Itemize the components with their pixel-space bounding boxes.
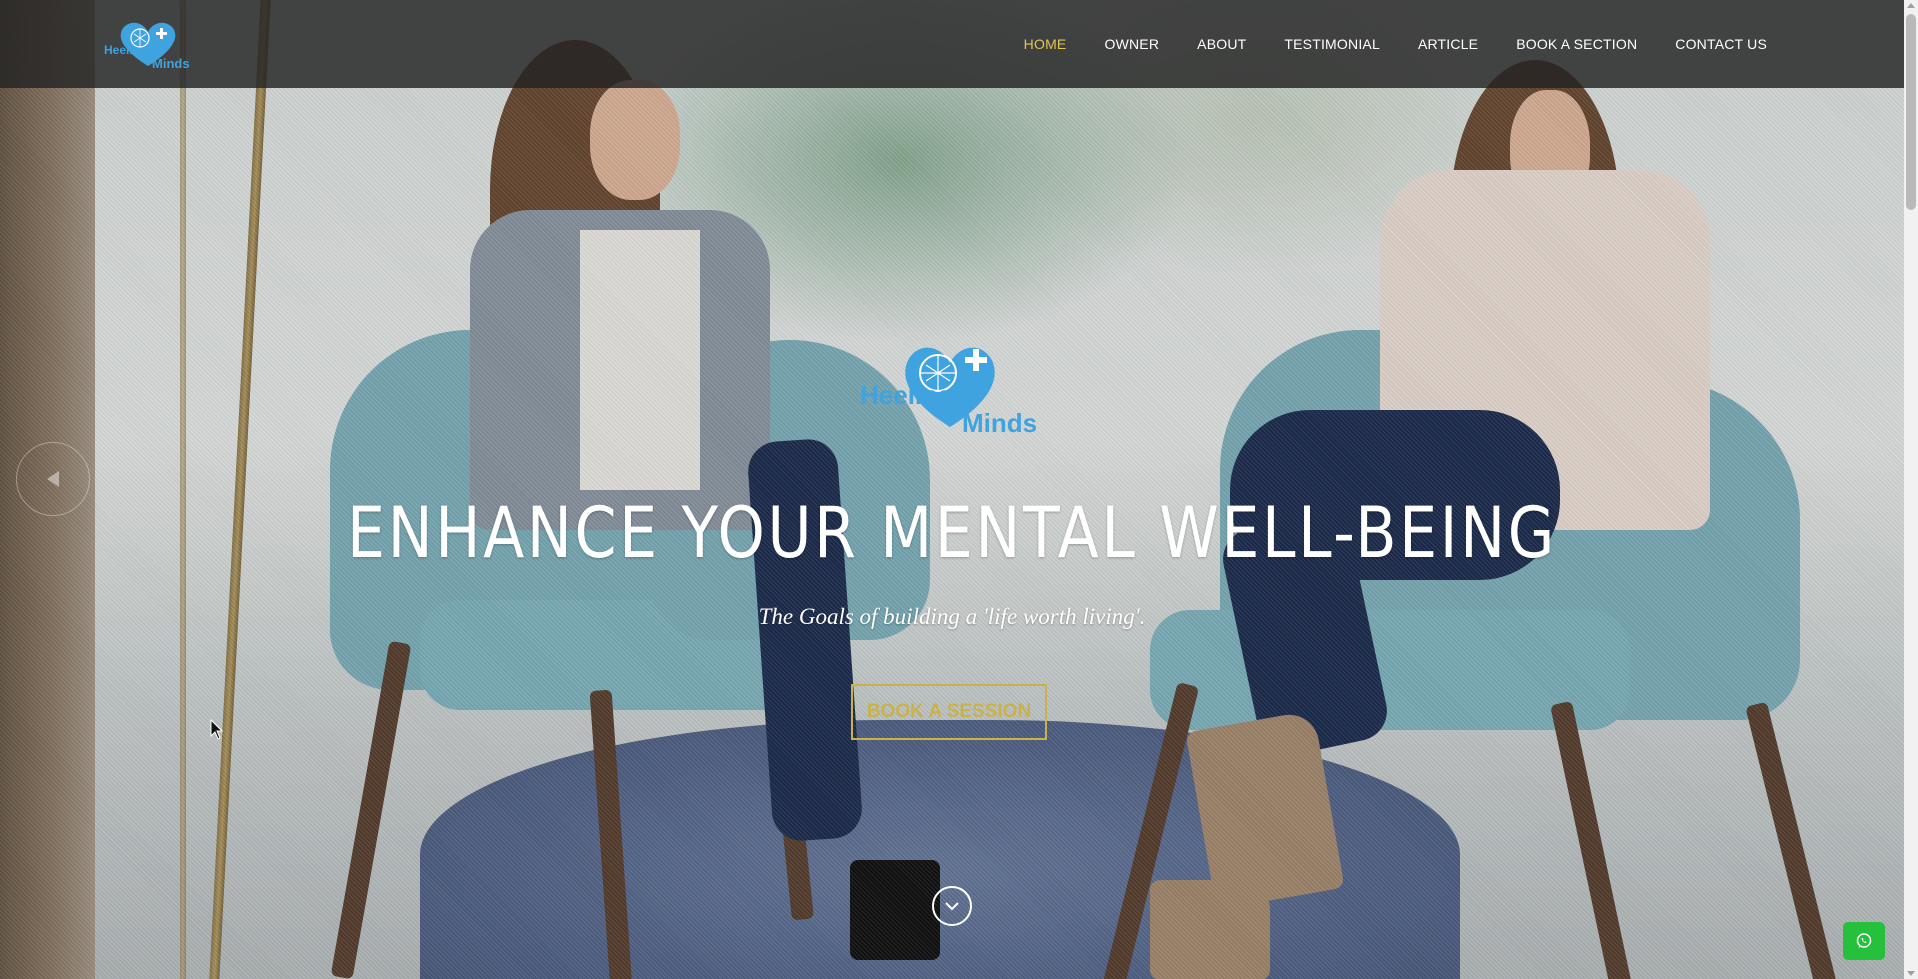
- hero-headline: ENHANCE YOUR MENTAL WELL-BEING: [347, 492, 1557, 574]
- whatsapp-icon: [1856, 933, 1872, 948]
- page-scrollbar[interactable]: [1904, 0, 1918, 979]
- nav-item-about[interactable]: ABOUT: [1178, 36, 1265, 52]
- brand-logo[interactable]: Heeling Minds: [102, 16, 194, 72]
- nav-item-owner[interactable]: OWNER: [1085, 36, 1178, 52]
- nav-item-testimonial[interactable]: TESTIMONIAL: [1265, 36, 1399, 52]
- navbar: Heeling Minds HOME OWNER ABOUT TESTIMONI…: [0, 0, 1904, 88]
- chevron-down-icon: [945, 902, 959, 911]
- pattern-overlay: [0, 0, 1904, 979]
- nav-item-contact-us[interactable]: CONTACT US: [1656, 36, 1786, 52]
- scrollbar-thumb[interactable]: [1906, 14, 1916, 210]
- scroll-down-button[interactable]: [932, 886, 972, 926]
- whatsapp-button[interactable]: [1843, 922, 1885, 960]
- hero-logo-word-heeling: Heeling: [860, 380, 954, 410]
- slider-prev-button[interactable]: [16, 442, 90, 516]
- main-menu: HOME OWNER ABOUT TESTIMONIAL ARTICLE BOO…: [1005, 0, 1786, 88]
- book-session-button[interactable]: BOOK A SESSION: [851, 684, 1047, 740]
- logo-word-heeling: Heeling: [104, 43, 147, 57]
- nav-item-article[interactable]: ARTICLE: [1399, 36, 1497, 52]
- hero-tagline: The Goals of building a 'life worth livi…: [758, 604, 1146, 629]
- hero-background: [0, 0, 1904, 979]
- nav-item-home[interactable]: HOME: [1005, 36, 1086, 52]
- scroll-down-arrow-icon[interactable]: [1907, 971, 1915, 976]
- hero-logo-word-minds: Minds: [962, 408, 1037, 438]
- chevron-left-icon: [47, 471, 59, 487]
- hero-logo: Heeling Minds: [860, 347, 1037, 438]
- scroll-up-arrow-icon[interactable]: [1907, 3, 1915, 8]
- mouse-cursor-icon: [210, 719, 224, 740]
- nav-item-book-a-section[interactable]: BOOK A SECTION: [1497, 36, 1656, 52]
- logo-word-minds: Minds: [152, 56, 190, 71]
